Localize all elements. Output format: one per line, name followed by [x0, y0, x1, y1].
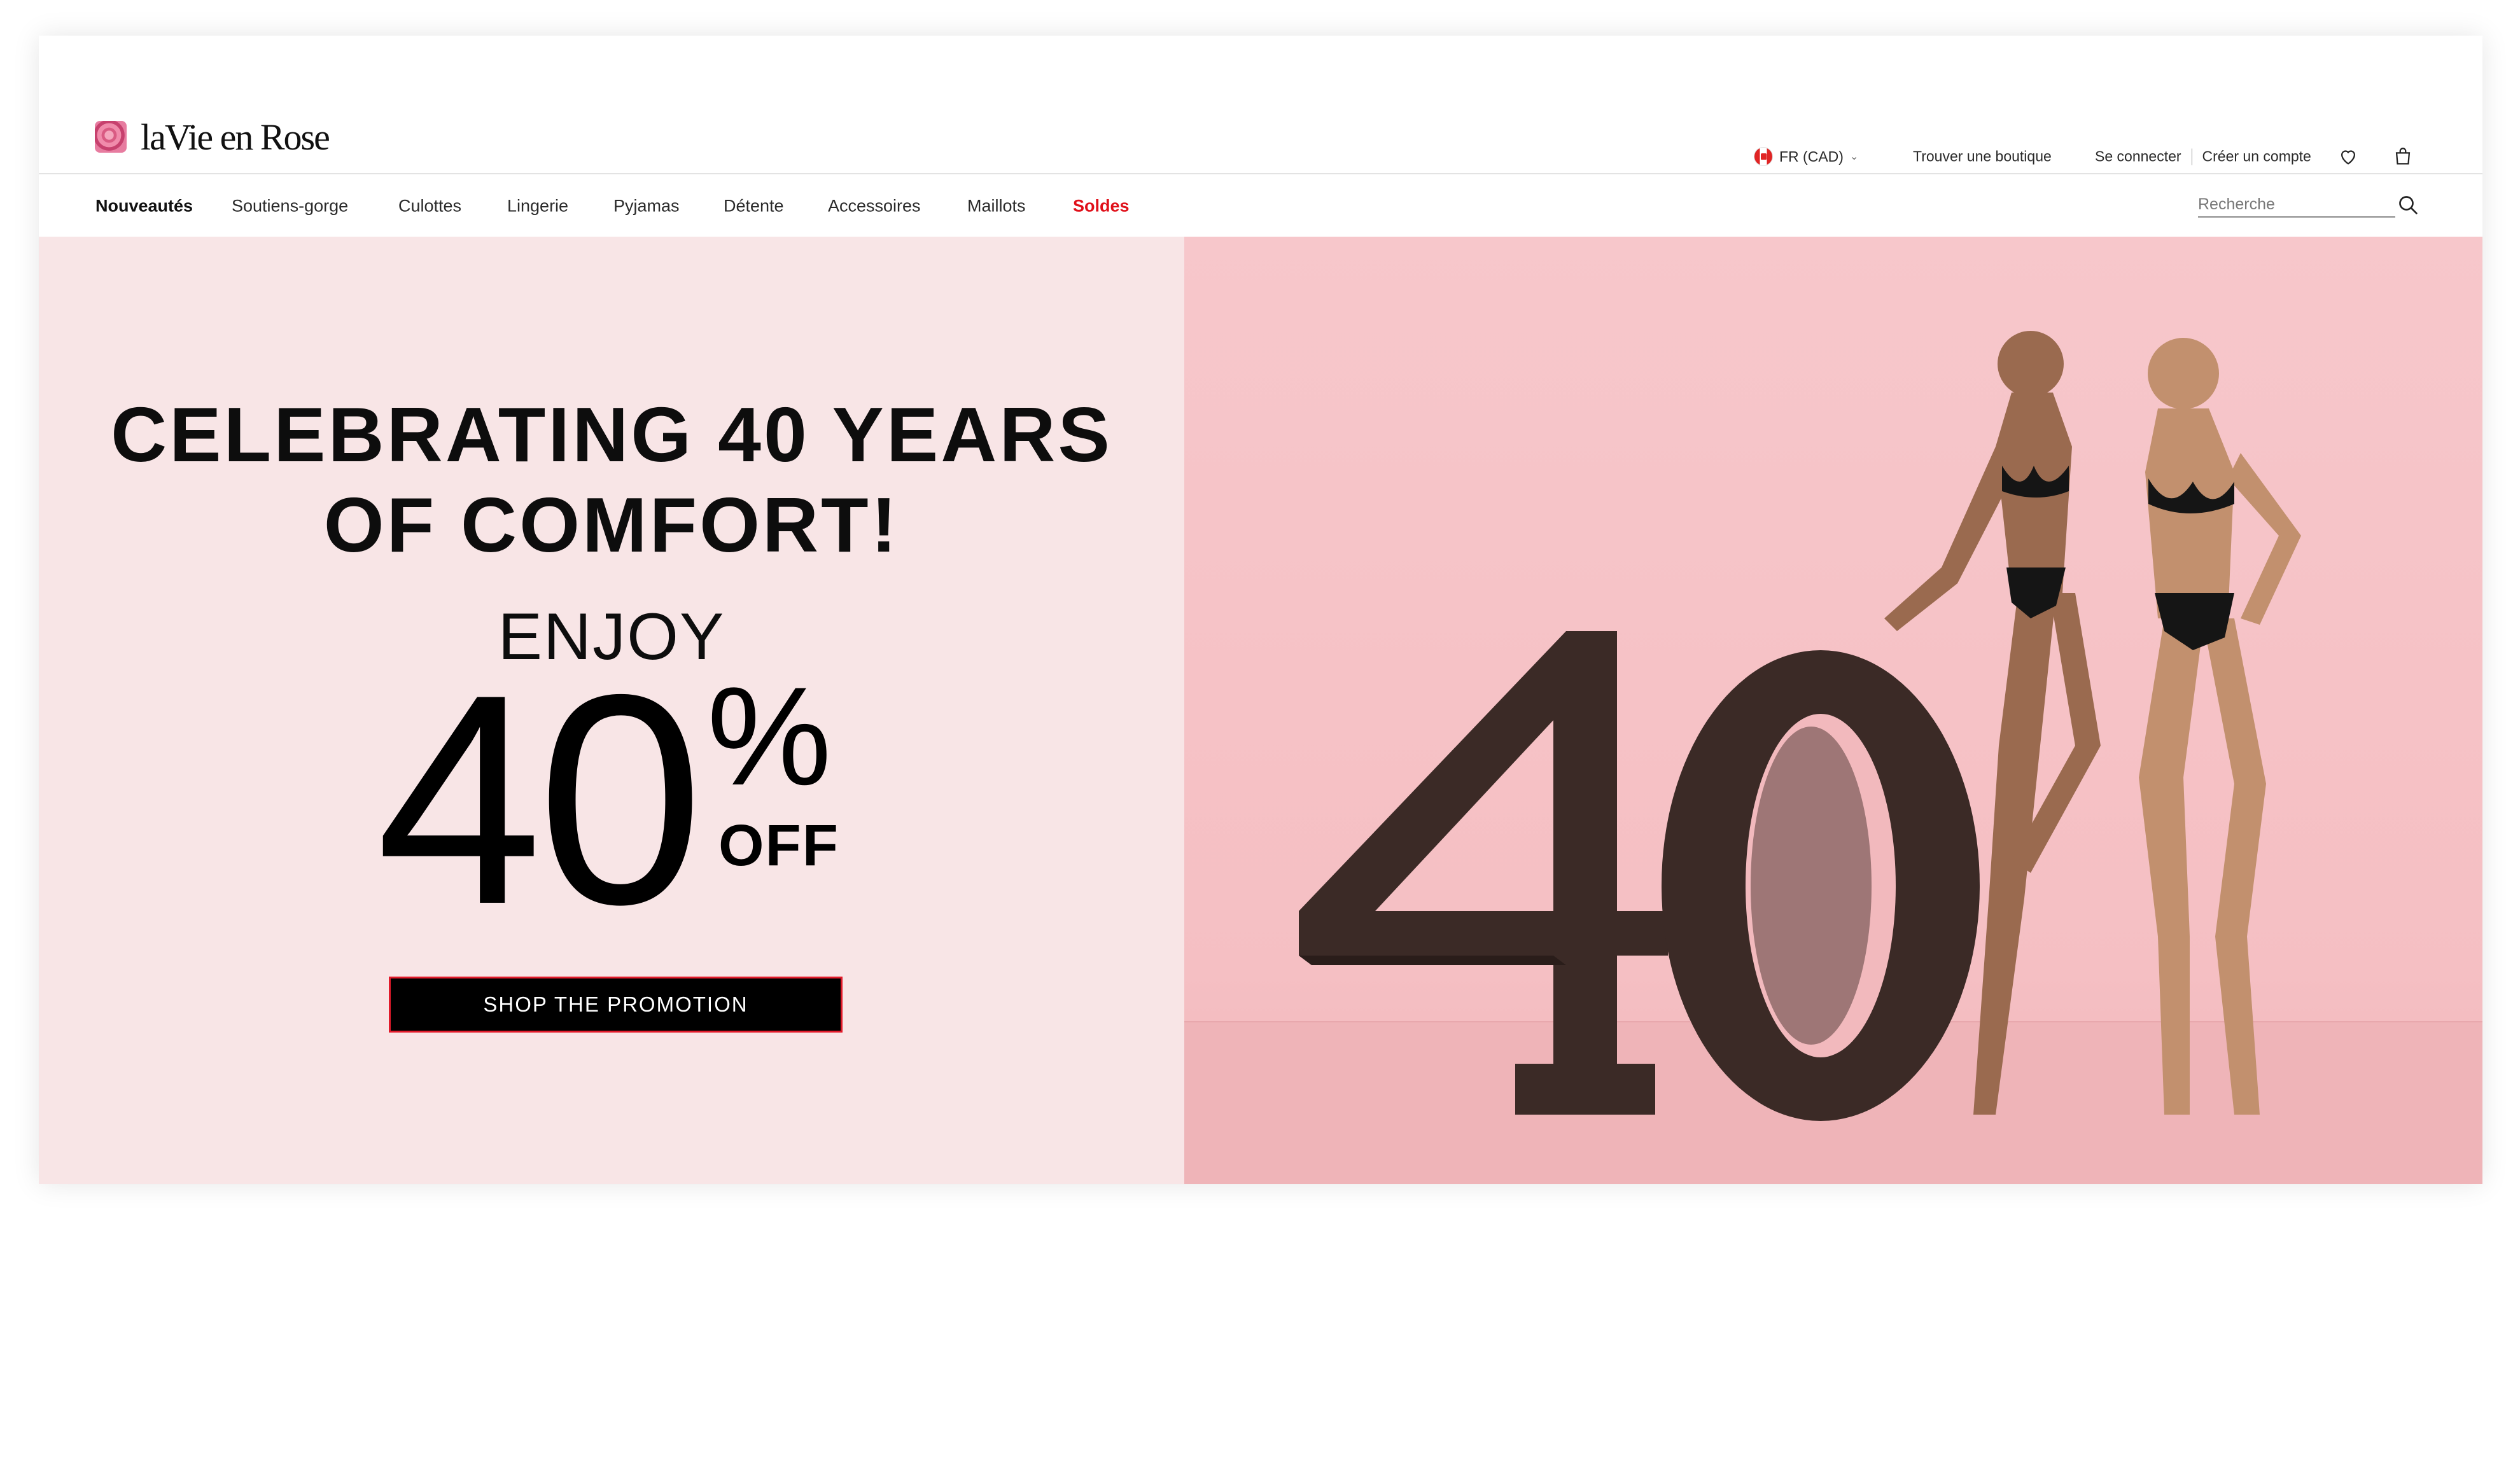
brand-logo[interactable]: laVie en Rose — [95, 115, 330, 159]
brand-name: laVie en Rose — [141, 116, 330, 158]
hero-headline: CELEBRATING 40 YEARS OF COMFORT! — [39, 389, 1184, 570]
nav-item-pyjamas[interactable]: Pyjamas — [613, 197, 680, 216]
search-box — [2198, 192, 2395, 218]
percent-sign: % — [707, 658, 832, 814]
nav-item-maillots[interactable]: Maillots — [967, 197, 1026, 216]
main-nav: Nouveautés Soutiens-gorge Culottes Linge… — [39, 176, 2482, 237]
locale-selector[interactable]: FR (CAD) ⌄ — [1754, 147, 1858, 166]
shopping-bag-icon[interactable] — [2392, 146, 2414, 167]
locale-label: FR (CAD) — [1779, 148, 1844, 165]
top-header: laVie en Rose FR (CAD) ⌄ Trouver une bou… — [39, 36, 2482, 174]
page-frame: laVie en Rose FR (CAD) ⌄ Trouver une bou… — [39, 36, 2482, 1184]
sculpture-four — [1299, 631, 1668, 1115]
off-text: OFF — [718, 813, 839, 878]
flag-canada-icon — [1754, 147, 1773, 166]
nav-item-detente[interactable]: Détente — [724, 197, 784, 216]
rose-logo-icon — [95, 121, 127, 153]
sculpture-zero — [1662, 650, 1980, 1121]
hero-promo-panel: CELEBRATING 40 YEARS OF COMFORT! ENJOY 4… — [39, 237, 1184, 1184]
account-links: Se connecter Créer un compte — [2095, 148, 2311, 165]
chevron-down-icon: ⌄ — [1849, 151, 1859, 162]
search-input[interactable] — [2198, 192, 2395, 216]
headline-line-2: OF COMFORT! — [323, 482, 900, 568]
sign-in-link[interactable]: Se connecter — [2095, 148, 2181, 165]
create-account-link[interactable]: Créer un compte — [2202, 148, 2311, 165]
store-finder-label: Trouver une boutique — [1913, 148, 2052, 165]
hero-photo-illustration — [1299, 331, 2301, 1121]
nav-item-nouveautes[interactable]: Nouveautés — [95, 197, 193, 216]
nav-item-soldes[interactable]: Soldes — [1073, 197, 1130, 216]
nav-item-soutiens-gorge[interactable]: Soutiens-gorge — [232, 197, 348, 216]
nav-item-culottes[interactable]: Culottes — [398, 197, 461, 216]
store-finder-link[interactable]: Trouver une boutique — [1913, 148, 2052, 165]
heart-icon[interactable] — [2337, 146, 2359, 167]
shop-promotion-button[interactable]: SHOP THE PROMOTION — [389, 977, 843, 1033]
nav-item-accessoires[interactable]: Accessoires — [828, 197, 921, 216]
model-right — [2139, 338, 2301, 1115]
headline-line-1: CELEBRATING 40 YEARS — [111, 391, 1112, 478]
hero-image — [1184, 237, 2482, 1184]
search-icon[interactable] — [2395, 192, 2421, 218]
nav-item-lingerie[interactable]: Lingerie — [507, 197, 568, 216]
discount-number: 40 — [376, 632, 704, 966]
